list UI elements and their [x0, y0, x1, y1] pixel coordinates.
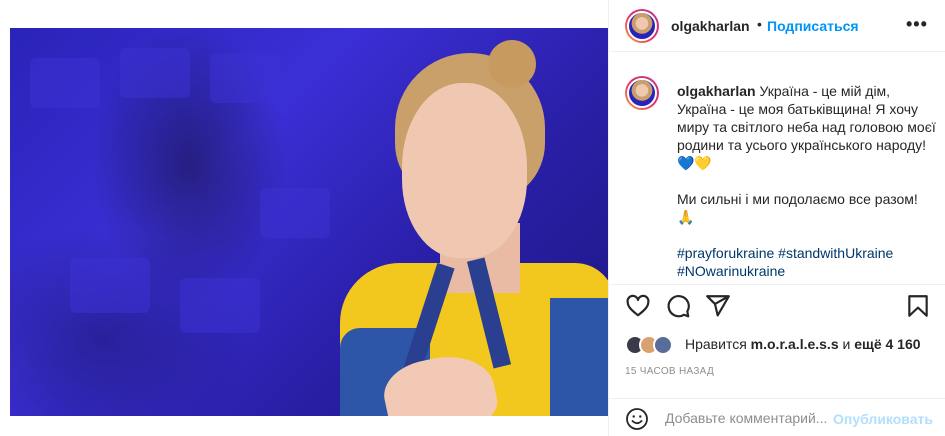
post-timestamp[interactable]: 15 часов назад: [625, 366, 714, 377]
more-options-icon[interactable]: •••: [906, 14, 928, 35]
bookmark-icon[interactable]: [905, 293, 931, 319]
send-icon[interactable]: [705, 293, 731, 319]
likes-prefix: Нравится: [685, 336, 747, 352]
post-header: olgakharlan • Подписаться •••: [609, 0, 945, 52]
separator-dot: •: [757, 16, 762, 32]
likes-text: Нравится m.o.r.a.l.e.s.s и ещё 4 160: [685, 336, 921, 352]
likes-and: и: [842, 336, 851, 352]
post-caption: olgakharlan Україна - це мій дім, Україн…: [609, 68, 945, 276]
post-sidebar: olgakharlan • Подписаться ••• olgakharla…: [608, 0, 945, 436]
follow-button[interactable]: Подписаться: [767, 18, 859, 34]
background-seat: [260, 188, 330, 238]
background-seat: [30, 58, 100, 108]
background-seat: [180, 278, 260, 333]
comment-input[interactable]: [665, 407, 835, 429]
background-seat: [120, 48, 190, 98]
author-avatar[interactable]: [625, 9, 659, 43]
liker-avatar[interactable]: [653, 335, 673, 355]
liker-username[interactable]: m.o.r.a.l.e.s.s: [751, 336, 839, 352]
publish-comment-button[interactable]: Опубликовать: [833, 411, 933, 427]
caption-paragraph-2: Ми сильні і ми подолаємо все разом! 🙏: [677, 191, 922, 225]
caption-avatar[interactable]: [625, 76, 659, 110]
athlete-face: [402, 83, 527, 258]
likes-count[interactable]: ещё 4 160: [854, 336, 920, 352]
athlete-jacket-panel: [550, 298, 608, 416]
caption-text: olgakharlan Україна - це мій дім, Україн…: [677, 82, 939, 276]
caption-username[interactable]: olgakharlan: [677, 83, 756, 99]
heart-icon[interactable]: [625, 293, 651, 319]
comment-bar: Опубликовать: [609, 398, 945, 436]
caption-hashtags[interactable]: #prayforukraine #standwithUkraine #NOwar…: [677, 245, 897, 276]
background-seat: [70, 258, 150, 313]
post-photo[interactable]: [10, 28, 608, 416]
likes-summary: Нравится m.o.r.a.l.e.s.s и ещё 4 160: [625, 332, 945, 356]
author-username[interactable]: olgakharlan: [671, 18, 750, 34]
comment-icon[interactable]: [665, 293, 691, 319]
athlete-hair-bun: [488, 40, 536, 88]
background-seat: [210, 53, 280, 103]
action-bar: [609, 284, 945, 324]
emoji-icon[interactable]: [625, 407, 649, 431]
